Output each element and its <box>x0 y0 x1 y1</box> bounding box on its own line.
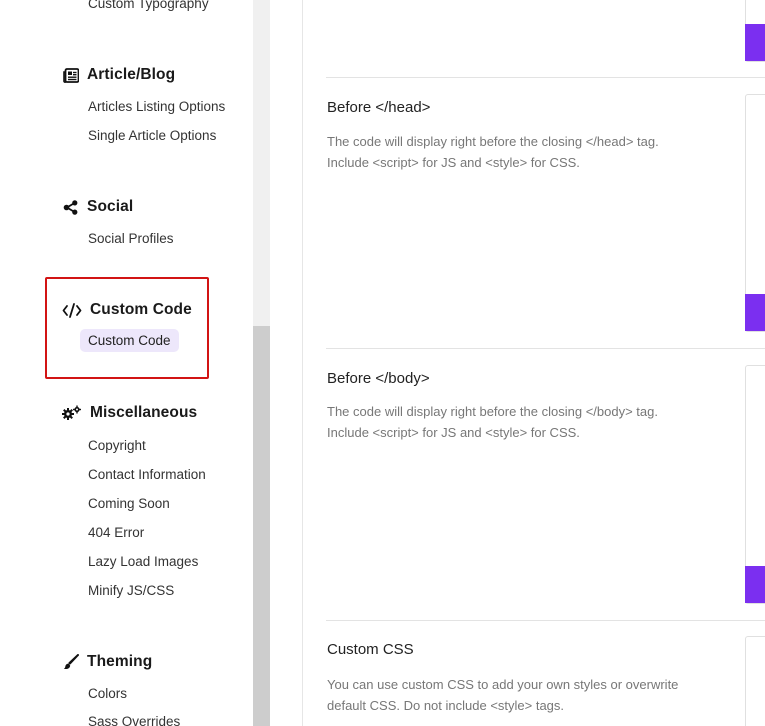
sidebar-item-custom-typography[interactable]: Custom Typography <box>88 0 209 11</box>
sidebar-item-articles-listing[interactable]: Articles Listing Options <box>88 99 225 114</box>
description-line: default CSS. Do not include <style> tags… <box>327 698 565 713</box>
highlight-annotation <box>45 277 209 379</box>
previous-editor-action-button[interactable] <box>745 24 765 61</box>
gears-icon <box>62 405 82 422</box>
description-line: Include <script> for JS and <style> for … <box>327 425 580 440</box>
body-editor-action-button[interactable] <box>745 566 765 603</box>
field-description: The code will display right before the c… <box>327 401 727 443</box>
sidebar-item-sass-overrides[interactable]: Sass Overrides <box>88 714 180 726</box>
field-description: The code will display right before the c… <box>327 131 727 173</box>
section-title: Theming <box>87 653 153 670</box>
description-line: The code will display right before the c… <box>327 404 658 419</box>
field-title-before-head: Before </head> <box>327 99 431 116</box>
sidebar-section-theming: Theming <box>62 653 152 671</box>
description-line: Include <script> for JS and <style> for … <box>327 155 580 170</box>
section-title: Social <box>87 198 134 215</box>
css-code-editor[interactable] <box>745 636 765 726</box>
section-title: Article/Blog <box>87 66 176 83</box>
sidebar-section-article-blog: Article/Blog <box>62 66 175 84</box>
sidebar-item-minify[interactable]: Minify JS/CSS <box>88 583 174 598</box>
divider <box>326 620 765 621</box>
share-icon <box>62 199 79 216</box>
section-title: Miscellaneous <box>90 404 198 421</box>
sidebar-item-coming-soon[interactable]: Coming Soon <box>88 496 170 511</box>
sidebar-item-contact-information[interactable]: Contact Information <box>88 467 206 482</box>
content-left-border <box>302 0 303 726</box>
head-editor-action-button[interactable] <box>745 294 765 331</box>
description-line: You can use custom CSS to add your own s… <box>327 677 679 692</box>
field-title-custom-css: Custom CSS <box>327 641 414 658</box>
description-line: The code will display right before the c… <box>327 134 659 149</box>
settings-sidebar: Custom Typography Article/Blog Articles … <box>0 0 253 726</box>
newspaper-icon <box>62 67 79 84</box>
sidebar-item-copyright[interactable]: Copyright <box>88 438 146 453</box>
sidebar-section-miscellaneous: Miscellaneous <box>62 404 197 422</box>
sidebar-item-lazy-load-images[interactable]: Lazy Load Images <box>88 554 198 569</box>
divider <box>326 348 765 349</box>
sidebar-scrollbar-thumb[interactable] <box>253 326 270 726</box>
sidebar-item-social-profiles[interactable]: Social Profiles <box>88 231 174 246</box>
sidebar-item-404-error[interactable]: 404 Error <box>88 525 144 540</box>
field-description: You can use custom CSS to add your own s… <box>327 674 727 716</box>
sidebar-section-social: Social <box>62 198 133 216</box>
sidebar-item-colors[interactable]: Colors <box>88 686 127 701</box>
field-title-before-body: Before </body> <box>327 370 430 387</box>
divider <box>326 77 765 78</box>
sidebar-item-single-article[interactable]: Single Article Options <box>88 128 216 143</box>
brush-icon <box>62 654 79 671</box>
